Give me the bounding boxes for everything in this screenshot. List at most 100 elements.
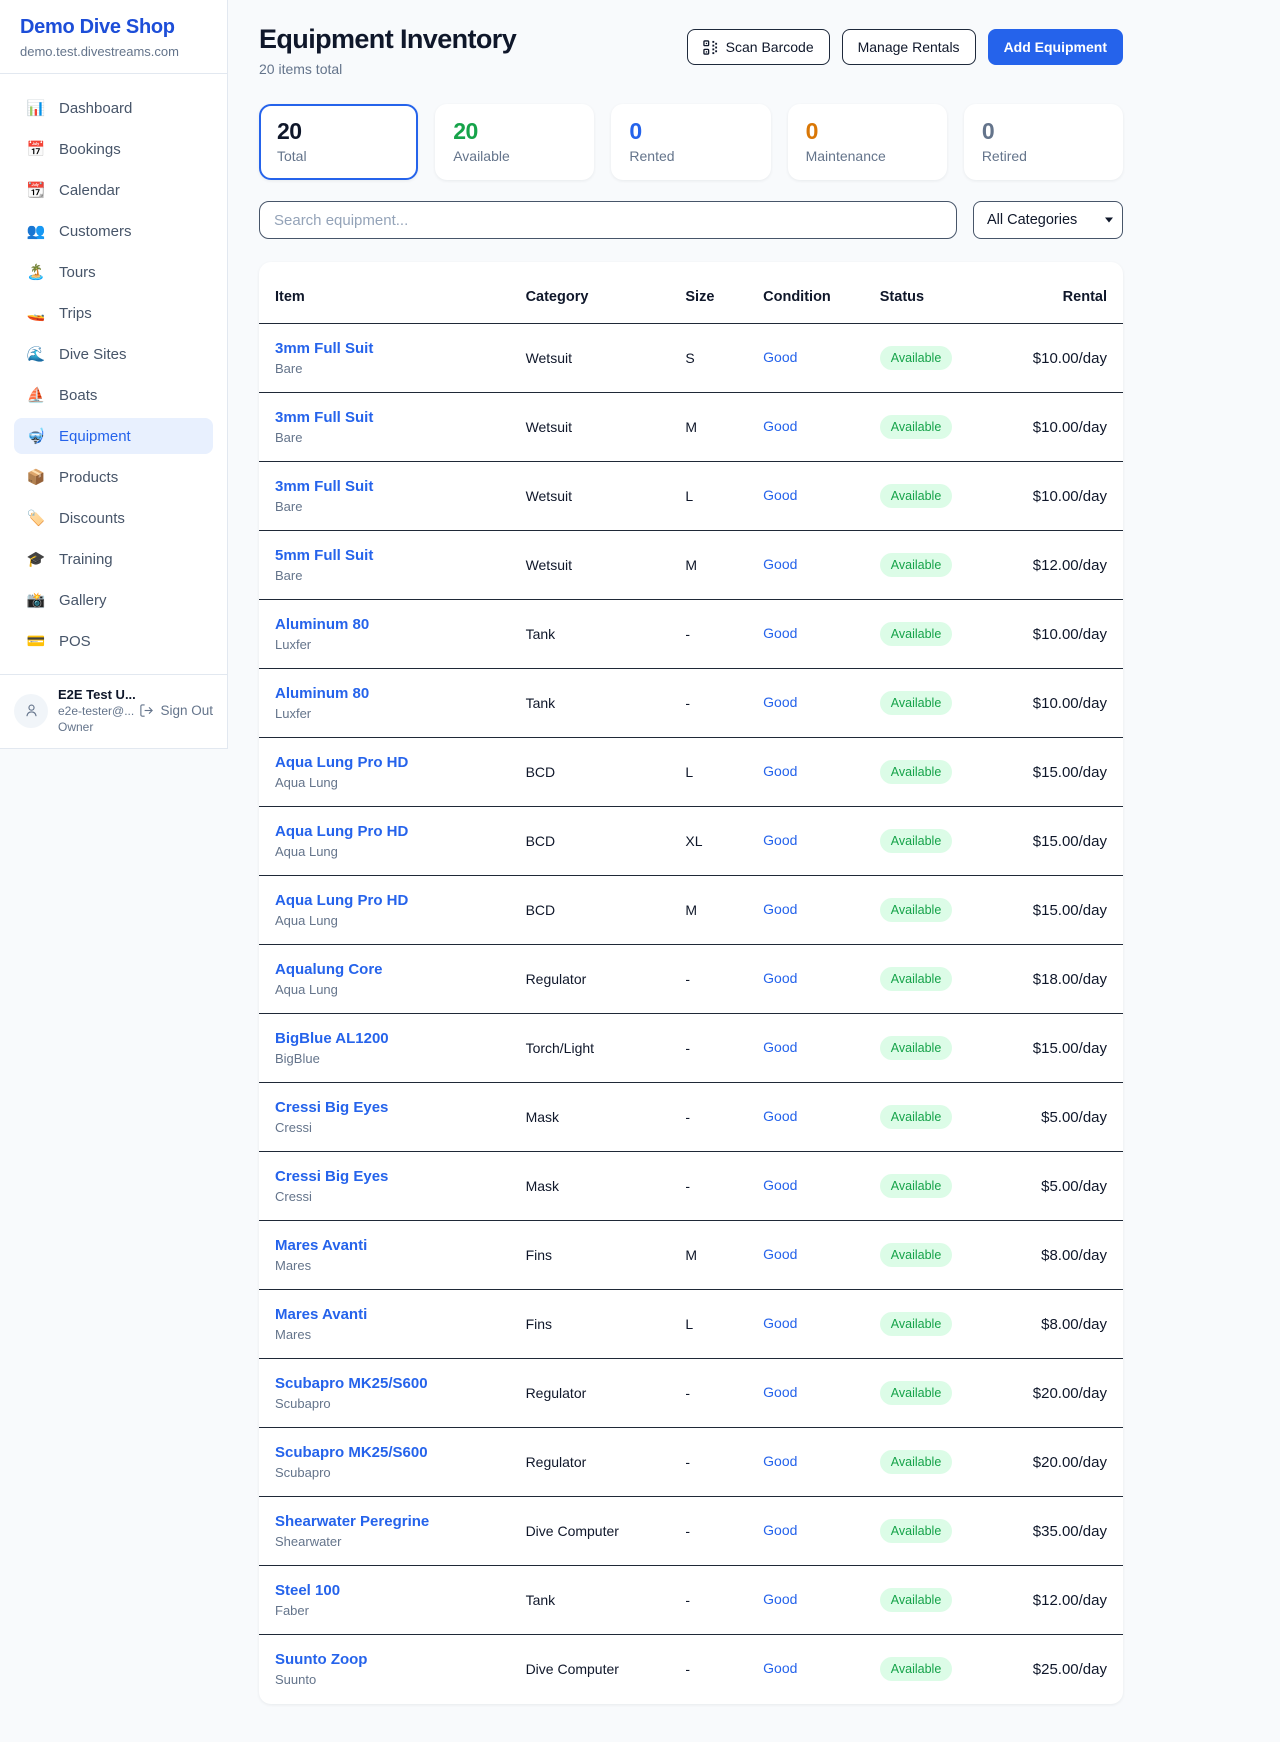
condition-link[interactable]: Good <box>763 1315 797 1331</box>
item-name-link[interactable]: Scubapro MK25/S600 <box>275 1375 494 1392</box>
stat-retired[interactable]: 0 Retired <box>964 104 1123 180</box>
sidebar-item-customers[interactable]: 👥 Customers <box>14 213 213 249</box>
item-name-link[interactable]: Aluminum 80 <box>275 685 494 702</box>
table-row: BigBlue AL1200 BigBlue Torch/Light - Goo… <box>259 1014 1123 1083</box>
stat-rented[interactable]: 0 Rented <box>611 104 770 180</box>
sidebar-item-pos[interactable]: 💳 POS <box>14 623 213 659</box>
sidebar-item-dashboard[interactable]: 📊 Dashboard <box>14 90 213 126</box>
category-filter-select[interactable]: All Categories <box>973 201 1123 239</box>
user-info: E2E Test U... e2e-tester@... Owner <box>58 687 129 734</box>
condition-link[interactable]: Good <box>763 970 797 986</box>
condition-link[interactable]: Good <box>763 1246 797 1262</box>
sidebar-item-discounts[interactable]: 🏷️ Discounts <box>14 500 213 536</box>
item-size: L <box>669 1290 747 1359</box>
sign-out-button[interactable]: Sign Out <box>139 703 213 718</box>
search-input[interactable] <box>259 201 957 239</box>
sidebar-item-tours[interactable]: 🏝️ Tours <box>14 254 213 290</box>
stat-available[interactable]: 20 Available <box>435 104 594 180</box>
condition-link[interactable]: Good <box>763 418 797 434</box>
stat-value: 0 <box>982 118 1105 145</box>
sidebar-item-training[interactable]: 🎓 Training <box>14 541 213 577</box>
column-header-category: Category <box>510 262 670 324</box>
condition-link[interactable]: Good <box>763 1039 797 1055</box>
item-name-link[interactable]: Mares Avanti <box>275 1237 494 1254</box>
status-badge: Available <box>880 967 953 991</box>
item-name-link[interactable]: Aqualung Core <box>275 961 494 978</box>
stat-value: 0 <box>629 118 752 145</box>
item-name-link[interactable]: 3mm Full Suit <box>275 409 494 426</box>
table-row: Aluminum 80 Luxfer Tank - Good Available… <box>259 669 1123 738</box>
item-name-link[interactable]: Cressi Big Eyes <box>275 1168 494 1185</box>
rental-price: $10.00/day <box>993 669 1123 738</box>
sidebar-item-calendar[interactable]: 📆 Calendar <box>14 172 213 208</box>
condition-link[interactable]: Good <box>763 1660 797 1676</box>
item-name-link[interactable]: Aluminum 80 <box>275 616 494 633</box>
item-name-link[interactable]: Suunto Zoop <box>275 1651 494 1668</box>
credit-card-icon: 💳 <box>26 632 46 650</box>
item-name-link[interactable]: Shearwater Peregrine <box>275 1513 494 1530</box>
sidebar-item-gallery[interactable]: 📸 Gallery <box>14 582 213 618</box>
item-name-link[interactable]: BigBlue AL1200 <box>275 1030 494 1047</box>
scan-barcode-button[interactable]: Scan Barcode <box>687 29 830 65</box>
column-header-status: Status <box>864 262 994 324</box>
condition-link[interactable]: Good <box>763 1177 797 1193</box>
stat-maintenance[interactable]: 0 Maintenance <box>788 104 947 180</box>
condition-link[interactable]: Good <box>763 1453 797 1469</box>
item-size: L <box>669 738 747 807</box>
condition-link[interactable]: Good <box>763 832 797 848</box>
item-category: BCD <box>510 876 670 945</box>
stat-total[interactable]: 20 Total <box>259 104 418 180</box>
sidebar-item-label: Discounts <box>59 510 125 527</box>
stat-value: 0 <box>806 118 929 145</box>
item-size: L <box>669 462 747 531</box>
condition-link[interactable]: Good <box>763 487 797 503</box>
item-size: - <box>669 1014 747 1083</box>
people-icon: 👥 <box>26 222 46 240</box>
item-category: Regulator <box>510 1428 670 1497</box>
item-name-link[interactable]: 3mm Full Suit <box>275 340 494 357</box>
item-brand: Scubapro <box>275 1465 494 1480</box>
condition-link[interactable]: Good <box>763 1108 797 1124</box>
item-name-link[interactable]: 3mm Full Suit <box>275 478 494 495</box>
item-category: Tank <box>510 600 670 669</box>
sidebar-item-trips[interactable]: 🚤 Trips <box>14 295 213 331</box>
condition-link[interactable]: Good <box>763 349 797 365</box>
table-row: Aqua Lung Pro HD Aqua Lung BCD XL Good A… <box>259 807 1123 876</box>
item-category: Regulator <box>510 1359 670 1428</box>
sidebar-item-equipment[interactable]: 🤿 Equipment <box>14 418 213 454</box>
sidebar-item-boats[interactable]: ⛵ Boats <box>14 377 213 413</box>
item-brand: Aqua Lung <box>275 775 494 790</box>
bar-chart-icon: 📊 <box>26 99 46 117</box>
item-name-link[interactable]: Cressi Big Eyes <box>275 1099 494 1116</box>
item-name-link[interactable]: Mares Avanti <box>275 1306 494 1323</box>
sidebar-item-dive-sites[interactable]: 🌊 Dive Sites <box>14 336 213 372</box>
condition-link[interactable]: Good <box>763 1591 797 1607</box>
brand-box: Demo Dive Shop demo.test.divestreams.com <box>0 0 227 74</box>
item-category: Torch/Light <box>510 1014 670 1083</box>
condition-link[interactable]: Good <box>763 901 797 917</box>
item-name-link[interactable]: Aqua Lung Pro HD <box>275 892 494 909</box>
item-name-link[interactable]: Scubapro MK25/S600 <box>275 1444 494 1461</box>
table-row: Cressi Big Eyes Cressi Mask - Good Avail… <box>259 1083 1123 1152</box>
user-role: Owner <box>58 720 129 734</box>
item-name-link[interactable]: Aqua Lung Pro HD <box>275 754 494 771</box>
condition-link[interactable]: Good <box>763 556 797 572</box>
add-equipment-button[interactable]: Add Equipment <box>988 29 1123 65</box>
sidebar-item-label: Bookings <box>59 141 121 158</box>
item-category: Tank <box>510 1566 670 1635</box>
sidebar-item-products[interactable]: 📦 Products <box>14 459 213 495</box>
status-badge: Available <box>880 760 953 784</box>
condition-link[interactable]: Good <box>763 694 797 710</box>
condition-link[interactable]: Good <box>763 625 797 641</box>
item-name-link[interactable]: 5mm Full Suit <box>275 547 494 564</box>
condition-link[interactable]: Good <box>763 763 797 779</box>
person-icon <box>23 702 40 719</box>
condition-link[interactable]: Good <box>763 1384 797 1400</box>
sidebar-item-bookings[interactable]: 📅 Bookings <box>14 131 213 167</box>
item-name-link[interactable]: Steel 100 <box>275 1582 494 1599</box>
manage-rentals-button[interactable]: Manage Rentals <box>842 29 976 65</box>
item-name-link[interactable]: Aqua Lung Pro HD <box>275 823 494 840</box>
condition-link[interactable]: Good <box>763 1522 797 1538</box>
item-brand: Mares <box>275 1258 494 1273</box>
item-brand: BigBlue <box>275 1051 494 1066</box>
